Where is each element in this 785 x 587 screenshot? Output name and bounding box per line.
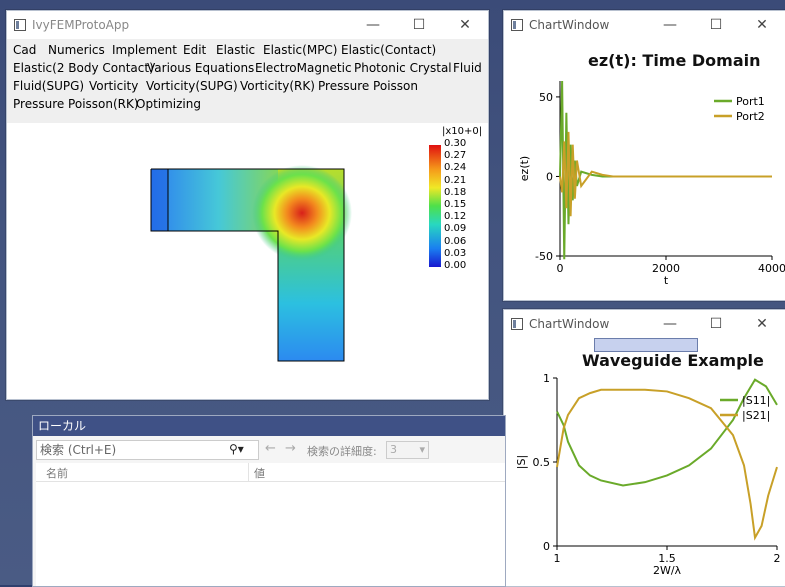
back-arrow-icon[interactable]: ← — [265, 441, 276, 456]
colorbar-tick: 0.03 — [444, 247, 467, 259]
x-tick-label: 0 — [557, 262, 564, 275]
minimize-button[interactable]: — — [350, 11, 396, 39]
legend-label: Port2 — [736, 110, 765, 123]
locals-list[interactable] — [36, 482, 505, 586]
chevron-down-icon: ▾ — [419, 443, 425, 456]
menu-electromagnetic[interactable]: ElectroMagnetic — [255, 61, 352, 75]
close-button[interactable]: ✕ — [442, 11, 488, 39]
colorbar-exponent: |x10+0| — [442, 126, 483, 137]
legend-label: |S21| — [742, 409, 770, 422]
col-name[interactable]: 名前 — [46, 465, 68, 481]
search-icon[interactable]: ⚲▾ — [229, 442, 244, 456]
app-icon — [14, 19, 26, 31]
menu-elastic[interactable]: Elastic — [216, 43, 255, 57]
y-tick-label: 0 — [543, 540, 550, 553]
menu-fluid-supg[interactable]: Fluid(SUPG) — [13, 79, 84, 93]
menu-various-equations[interactable]: Various Equations — [147, 61, 254, 75]
menu-photonic-crystal[interactable]: Photonic Crystal — [354, 61, 452, 75]
menu-elastic-mpc[interactable]: Elastic(MPC) — [263, 43, 338, 57]
search-depth-select[interactable]: 3 ▾ — [386, 441, 429, 459]
colorbar-tick: 0.27 — [444, 150, 467, 162]
locals-panel: ローカル 検索 (Ctrl+E) ⚲▾ ← → 検索の詳細度: 3 ▾ 名前 値 — [32, 415, 506, 587]
col-value[interactable]: 値 — [254, 465, 265, 481]
main-window: IvyFEMProtoApp — ☐ ✕ Cad Numerics Implem… — [6, 10, 489, 400]
menu-elastic-2body[interactable]: Elastic(2 Body Contact) — [13, 61, 154, 75]
y-tick-label: 1 — [543, 372, 550, 385]
y-tick-label: 0.5 — [533, 456, 551, 469]
fem-canvas[interactable]: 0.30 0.27 0.24 0.21 0.18 0.15 0.12 0.09 0.06 0.03… — [7, 123, 488, 399]
main-titlebar[interactable]: IvyFEMProtoApp — ☐ ✕ — [7, 11, 488, 39]
menu-edit[interactable]: Edit — [183, 43, 206, 57]
chart2-plot: 1 1.5 210.502W/λ|S||S11||S21| — [515, 372, 781, 577]
col-divider[interactable] — [248, 463, 249, 481]
x-axis-label: t — [664, 274, 669, 287]
fem-field-plot — [150, 145, 441, 362]
x-tick-label: 1 — [554, 552, 561, 565]
colorbar-tick: 0.09 — [444, 223, 467, 235]
locals-column-header: 名前 値 — [36, 463, 505, 482]
menu-vorticity-rk[interactable]: Vorticity(RK) — [240, 79, 315, 93]
y-axis-label: ez(t) — [518, 156, 531, 181]
y-tick-label: -50 — [535, 250, 553, 263]
menu-elastic-contact[interactable]: Elastic(Contact) — [341, 43, 436, 57]
port-region — [151, 169, 168, 231]
x-tick-label: 2 — [774, 552, 781, 565]
y-tick-label: 0 — [546, 170, 553, 183]
y-tick-label: 50 — [539, 91, 553, 104]
colorbar-tick: 0.30 — [444, 138, 467, 149]
menu-fluid[interactable]: Fluid — [453, 61, 482, 75]
colorbar-tick: 0.06 — [444, 235, 467, 247]
menu-pressure-poisson[interactable]: Pressure Poisson — [318, 79, 418, 93]
y-axis-label: |S| — [515, 455, 528, 469]
forward-arrow-icon[interactable]: → — [285, 441, 296, 456]
colorbar-tick: 0.00 — [444, 260, 467, 271]
colorbar-tick: 0.12 — [444, 211, 467, 223]
colorbar-tick: 0.18 — [444, 186, 467, 198]
menu-pressure-poisson-rk[interactable]: Pressure Poisson(RK) — [13, 97, 139, 111]
chart1-plot: 0 2000 4000500-50tez(t)Port1Port2 — [518, 80, 785, 287]
field-hotspot — [252, 165, 352, 261]
menu-optimizing[interactable]: Optimizing — [136, 97, 201, 111]
colorbar-tick: 0.24 — [444, 162, 467, 174]
search-depth-value: 3 — [390, 443, 397, 456]
search-depth-label: 検索の詳細度: — [307, 445, 377, 458]
x-tick-label: 4000 — [758, 262, 785, 275]
menu-numerics[interactable]: Numerics — [48, 43, 105, 57]
legend-label: Port1 — [736, 95, 765, 108]
colorbar-tick: 0.15 — [444, 199, 467, 210]
maximize-button[interactable]: ☐ — [396, 11, 442, 39]
legend-label: |S11| — [742, 394, 770, 407]
main-window-title: IvyFEMProtoApp — [32, 18, 130, 32]
x-axis-label: 2W/λ — [653, 564, 682, 577]
locals-search-placeholder: 検索 (Ctrl+E) — [40, 443, 117, 457]
menu-vorticity[interactable]: Vorticity — [89, 79, 138, 93]
chart-window-waveguide: ChartWindow — ☐ ✕ Waveguide Example 1 1.5… — [503, 309, 785, 587]
locals-searchbar: 検索 (Ctrl+E) ⚲▾ ← → 検索の詳細度: 3 ▾ — [33, 438, 505, 462]
menu-cad[interactable]: Cad — [13, 43, 36, 57]
colorbar — [429, 145, 441, 267]
locals-header: ローカル — [33, 416, 505, 436]
locals-search-input[interactable]: 検索 (Ctrl+E) — [36, 440, 259, 460]
colorbar-tick: 0.21 — [444, 174, 467, 186]
menu-implement[interactable]: Implement — [112, 43, 177, 57]
menu-bar: Cad Numerics Implement Edit Elastic Elas… — [7, 39, 488, 123]
chart-window-time: ChartWindow — ☐ ✕ ez(t): Time Domain 0 20… — [503, 10, 785, 301]
menu-vorticity-supg[interactable]: Vorticity(SUPG) — [146, 79, 238, 93]
